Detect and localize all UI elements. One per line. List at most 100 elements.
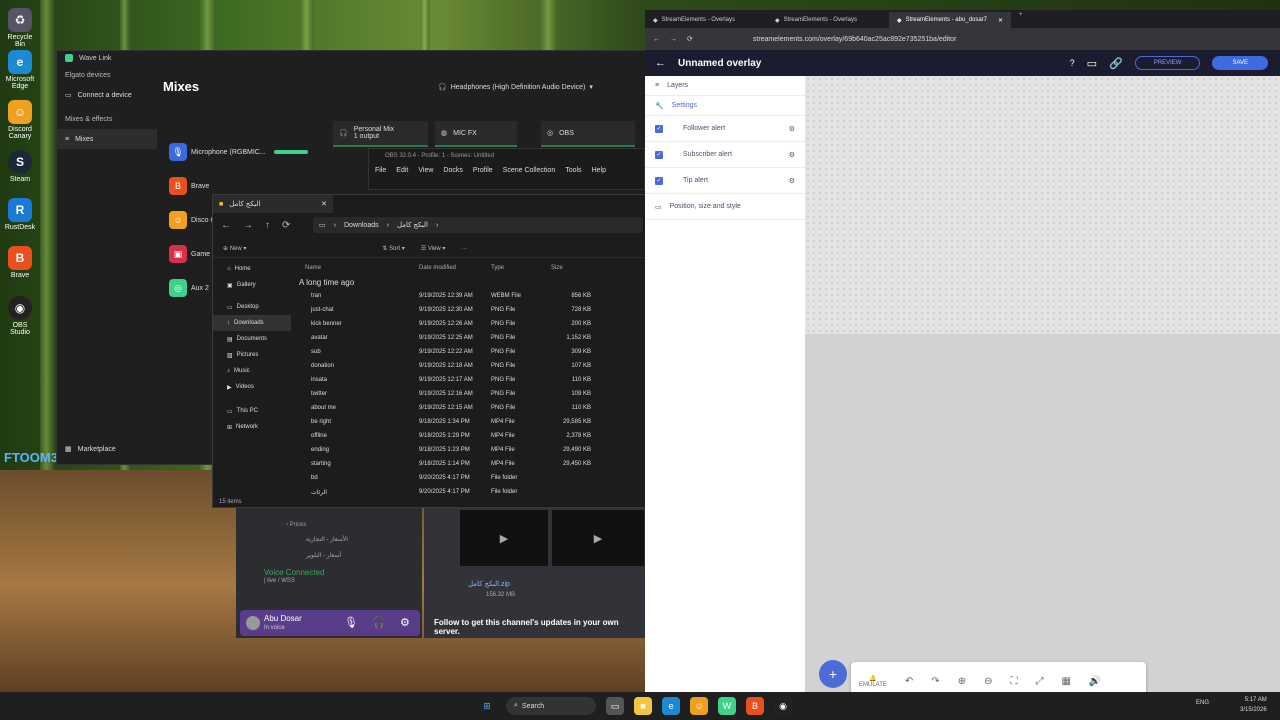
- zoom-out-icon[interactable]: ⊖: [984, 676, 992, 687]
- desktop-icon-brave[interactable]: B Brave: [4, 246, 36, 279]
- forward-icon[interactable]: →: [243, 220, 253, 231]
- view-button[interactable]: ☰ View ▾: [421, 245, 446, 252]
- breadcrumb[interactable]: Downloads: [344, 222, 379, 229]
- preview-button[interactable]: PREVIEW: [1134, 56, 1201, 70]
- discord-icon[interactable]: ☺: [690, 697, 708, 715]
- search-box[interactable]: ⌕ Search: [506, 697, 596, 715]
- grid-icon[interactable]: ▦: [1061, 676, 1070, 687]
- overlay-title[interactable]: Unnamed overlay: [678, 58, 761, 69]
- redo-icon[interactable]: ↷: [931, 676, 939, 687]
- nav-item-documents[interactable]: ▤ Documents: [213, 331, 291, 347]
- clock[interactable]: 5:17 AM 3/15/2026: [1240, 695, 1267, 715]
- breadcrumb[interactable]: البكج كامل: [397, 221, 428, 229]
- menu-item[interactable]: Help: [592, 167, 606, 174]
- alert-row[interactable]: ✓ Tip alert ⚙: [645, 168, 805, 194]
- nav-item-network[interactable]: ⊞ Network: [213, 419, 291, 435]
- file-row[interactable]: الرئات 9/20/2025 4:17 PM File folder: [295, 485, 645, 499]
- channel-item[interactable]: أسعار - البلوير: [306, 552, 341, 559]
- file-row[interactable]: tran 9/19/2025 12:39 AM WEBM File 856 KB: [295, 289, 645, 303]
- refresh-icon[interactable]: ⟳: [282, 220, 290, 231]
- layers-row[interactable]: ≡ Layers: [645, 76, 805, 96]
- attachment-name[interactable]: البكج كامل.zip: [468, 580, 510, 588]
- file-row[interactable]: bd 9/20/2025 4:17 PM File folder: [295, 471, 645, 485]
- gear-icon[interactable]: ⚙: [789, 125, 795, 133]
- mic-icon[interactable]: 🎙: [344, 616, 358, 629]
- gear-icon[interactable]: ⚙: [789, 151, 795, 159]
- add-widget-button[interactable]: +: [819, 660, 847, 688]
- file-row[interactable]: sub 9/19/2025 12:22 AM PNG File 309 KB: [295, 345, 645, 359]
- url-bar[interactable]: streamelements.com/overlay/69b640ac25ac8…: [753, 36, 957, 43]
- back-arrow-icon[interactable]: ←: [655, 57, 666, 69]
- checkbox[interactable]: ✓: [655, 176, 663, 185]
- zoom-in-icon[interactable]: ⊕: [958, 676, 966, 687]
- marketplace-button[interactable]: ▦ Marketplace: [57, 439, 124, 459]
- sidebar-item-mixes[interactable]: ≡ Mixes: [57, 129, 157, 149]
- nav-item-gallery[interactable]: ▣ Gallery: [213, 277, 291, 293]
- video-embed[interactable]: ▶: [460, 510, 548, 566]
- channel-microphone[interactable]: 🎙 Microphone (RGBMIC...: [169, 139, 319, 165]
- more-icon[interactable]: ···: [461, 246, 467, 252]
- nav-item-pictures[interactable]: ▨ Pictures: [213, 347, 291, 363]
- gear-icon[interactable]: ⚙: [789, 177, 795, 185]
- start-icon[interactable]: ⊞: [478, 697, 496, 715]
- up-icon[interactable]: ↑: [265, 220, 270, 231]
- file-row[interactable]: insata 9/19/2025 12:17 AM PNG File 110 KB: [295, 373, 645, 387]
- column-header[interactable]: Type: [491, 265, 551, 271]
- file-row[interactable]: kick benner 9/19/2025 12:26 AM PNG File 200…: [295, 317, 645, 331]
- connect-device-button[interactable]: ▭ Connect a device: [57, 85, 157, 105]
- nav-item-this-pc[interactable]: ▭ This PC: [213, 403, 291, 419]
- menu-item[interactable]: Edit: [396, 167, 408, 174]
- file-row[interactable]: donation 9/19/2025 12:18 AM PNG File 107 KB: [295, 359, 645, 373]
- address-bar[interactable]: ▭ › Downloads › البكج كامل ›: [313, 217, 643, 233]
- alert-row[interactable]: ✓ Subscriber alert ⚙: [645, 142, 805, 168]
- video-embed[interactable]: ▶: [552, 510, 644, 566]
- headphones-icon[interactable]: 🎧: [372, 616, 386, 629]
- nav-item-home[interactable]: ⌂ Home: [213, 261, 291, 277]
- undo-icon[interactable]: ↶: [905, 676, 913, 687]
- nav-item-music[interactable]: ♪ Music: [213, 363, 291, 379]
- emulate-button[interactable]: 🔔 EMULATE: [859, 675, 887, 688]
- new-tab-button[interactable]: +: [1011, 12, 1031, 28]
- desktop-icon-edge[interactable]: e Microsoft Edge: [4, 50, 36, 90]
- file-row[interactable]: ending 9/18/2025 1:23 PM MP4 File 29,490 KB: [295, 443, 645, 457]
- sound-icon[interactable]: 🔊: [1089, 676, 1101, 687]
- nav-item-desktop[interactable]: ▭ Desktop: [213, 299, 291, 315]
- settings-icon[interactable]: ⚙: [400, 616, 410, 629]
- explorer-tab[interactable]: ■ البكج كامل ✕: [213, 195, 333, 213]
- link-icon[interactable]: 🔗: [1109, 57, 1123, 70]
- file-row[interactable]: about me 9/19/2025 12:15 AM PNG File 110 KB: [295, 401, 645, 415]
- nav-item-downloads[interactable]: ↓ Downloads: [213, 315, 291, 331]
- monitor-icon[interactable]: ▭: [1087, 57, 1097, 70]
- settings-row[interactable]: 🔧 Settings: [645, 96, 805, 116]
- menu-item[interactable]: Tools: [565, 167, 581, 174]
- close-icon[interactable]: ✕: [998, 17, 1003, 24]
- position-row[interactable]: ▭ Position, size and style: [645, 194, 805, 220]
- channel-category[interactable]: › Prices: [286, 522, 306, 528]
- language-indicator[interactable]: ENG: [1196, 700, 1209, 706]
- menu-item[interactable]: Docks: [443, 167, 462, 174]
- checkbox[interactable]: ✓: [655, 124, 663, 133]
- browser-tab[interactable]: ◆ StreamElements - Overlays: [767, 12, 889, 28]
- nav-item-videos[interactable]: ▶ Videos: [213, 379, 291, 395]
- channel-item[interactable]: الأسعار - التجارية: [306, 536, 348, 543]
- fullscreen-icon[interactable]: ⛶: [1010, 676, 1017, 687]
- back-icon[interactable]: ←: [221, 220, 231, 231]
- edge-icon[interactable]: e: [662, 697, 680, 715]
- overlay-canvas[interactable]: + 🔔 EMULATE ↶ ↷ ⊕ ⊖ ⛶ ⤢ ▦ 🔊: [805, 76, 1280, 700]
- fit-icon[interactable]: ⤢: [1035, 676, 1043, 687]
- wavelink-icon[interactable]: W: [718, 697, 736, 715]
- menu-item[interactable]: Scene Collection: [503, 167, 556, 174]
- desktop-icon-rustdesk[interactable]: R RustDesk: [4, 198, 36, 231]
- save-button[interactable]: SAVE: [1212, 56, 1268, 70]
- brave-icon[interactable]: B: [746, 697, 764, 715]
- group-header[interactable]: A long time ago: [295, 275, 645, 289]
- file-row[interactable]: twitter 9/19/2025 12:16 AM PNG File 109 KB: [295, 387, 645, 401]
- avatar[interactable]: [246, 616, 260, 630]
- file-row[interactable]: avatar 9/19/2025 12:25 AM PNG File 1,152 KB: [295, 331, 645, 345]
- column-header[interactable]: Name: [295, 265, 419, 271]
- desktop-icon-discord-canary[interactable]: ☺ Discord Canary: [4, 100, 36, 140]
- menu-item[interactable]: View: [418, 167, 433, 174]
- obs-icon[interactable]: ◉: [774, 697, 792, 715]
- back-icon[interactable]: ←: [653, 36, 660, 43]
- browser-tab-active[interactable]: ◆ StreamElements - abu_dosar7 ✕: [889, 12, 1011, 28]
